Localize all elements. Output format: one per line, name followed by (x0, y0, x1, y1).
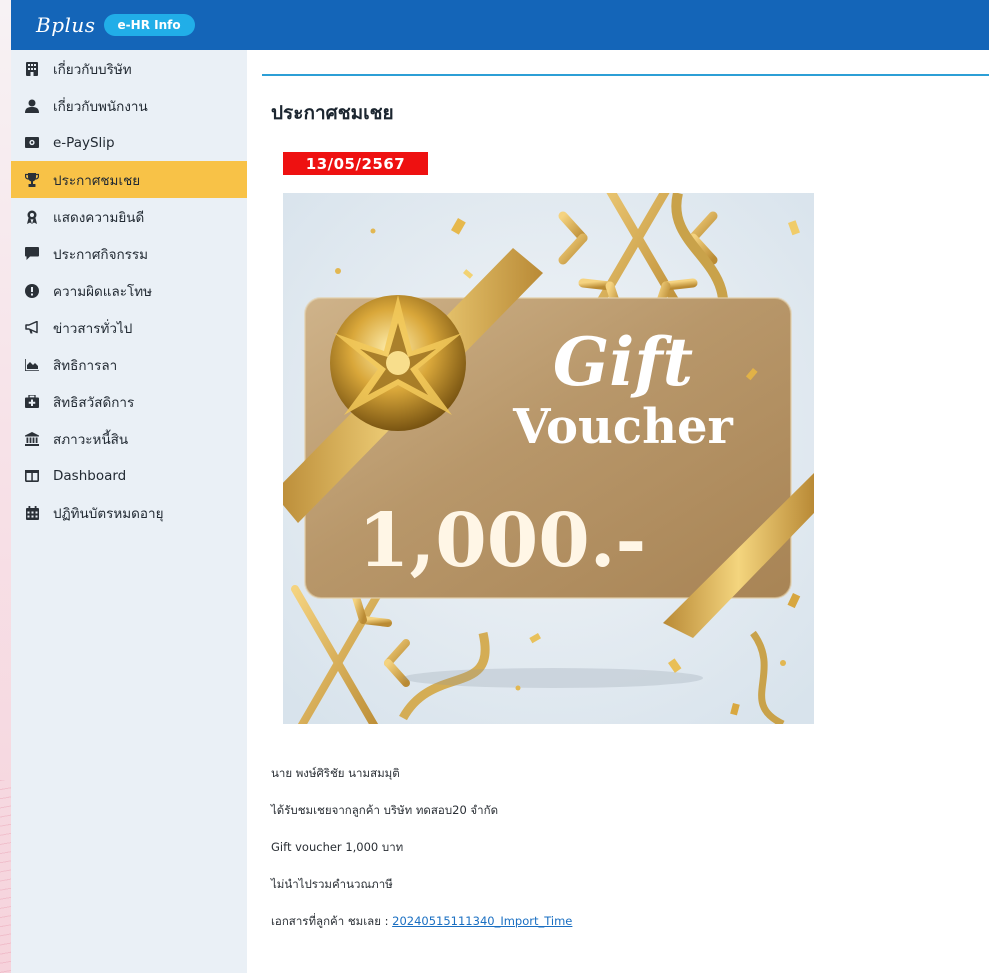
sidebar-item-debt[interactable]: สภาวะหนี้สิน (11, 420, 247, 457)
document-label: เอกสารที่ลูกค้า ชมเลย : (271, 914, 393, 928)
sidebar-item-label: สภาวะหนี้สิน (53, 431, 129, 448)
sidebar-item-label: ประกาศกิจกรรม (53, 246, 149, 263)
commendation-text: ได้รับชมเชยจากลูกค้า บริษัท ทดสอบ20 จำกั… (271, 803, 499, 817)
user-icon (25, 99, 39, 113)
tax-note: ไม่นำไปรวมคำนวณภาษี (271, 877, 393, 891)
gift-voucher-image: Gift Voucher 1,000.- (283, 193, 814, 724)
voucher-word-gift: Gift (553, 323, 693, 401)
exclamation-icon (25, 283, 39, 298)
sidebar-item-label: แสดงความยินดี (53, 209, 145, 226)
sidebar-item-commendation[interactable]: ประกาศชมเชย (11, 161, 247, 198)
date-badge: 13/05/2567 (283, 152, 428, 175)
building-icon (25, 61, 39, 76)
employee-name: นาย พงษ์ศิริชัย นามสมมุติ (271, 766, 400, 780)
sidebar-item-welfare[interactable]: สิทธิสวัสดิการ (11, 383, 247, 420)
sidebar-item-company[interactable]: เกี่ยวกับบริษัท (11, 50, 247, 87)
document-link[interactable]: 20240515111340_Import_Time (392, 914, 572, 928)
bullhorn-icon (25, 321, 39, 335)
money-icon (25, 136, 39, 150)
trophy-icon (25, 172, 39, 187)
bank-icon (25, 431, 39, 446)
sidebar-item-label: สิทธิสวัสดิการ (53, 394, 135, 411)
sidebar-item-label: e-PaySlip (53, 134, 115, 151)
voucher-amount: 1,000.- (358, 498, 646, 584)
top-bar: Bplus e-HR Info (11, 0, 989, 50)
sidebar-item-label: ประกาศชมเชย (53, 172, 141, 189)
sidebar-item-payslip[interactable]: e-PaySlip (11, 124, 247, 161)
sidebar-item-congratulations[interactable]: แสดงความยินดี (11, 198, 247, 235)
sidebar-item-label: เกี่ยวกับบริษัท (53, 61, 132, 78)
sidebar-item-dashboard[interactable]: Dashboard (11, 457, 247, 494)
calendar-icon (25, 505, 39, 520)
sidebar-item-news[interactable]: ข่าวสารทั่วไป (11, 309, 247, 346)
sidebar-item-label: เกี่ยวกับพนักงาน (53, 98, 148, 115)
page-title: ประกาศชมเชย (271, 102, 394, 124)
sidebar-item-label: ปฏิทินบัตรหมดอายุ (53, 505, 164, 522)
comment-icon (25, 247, 39, 261)
reward-text: Gift voucher 1,000 บาท (271, 840, 404, 854)
award-icon (25, 210, 39, 224)
sidebar-item-label: สิทธิการลา (53, 357, 118, 374)
title-divider (262, 74, 989, 76)
sidebar-item-label: ความผิดและโทษ (53, 283, 153, 300)
edge-pattern (0, 780, 11, 973)
main-content: ประกาศชมเชย 13/05/2567 Gift Voucher 1,00… (247, 50, 989, 973)
sidebar-item-employee[interactable]: เกี่ยวกับพนักงาน (11, 87, 247, 124)
sidebar-item-label: Dashboard (53, 467, 127, 484)
document-row: เอกสารที่ลูกค้า ชมเลย : 20240515111340_I… (271, 913, 572, 931)
voucher-word-voucher: Voucher (512, 399, 733, 455)
medkit-icon (25, 395, 39, 409)
sidebar-item-leave[interactable]: สิทธิการลา (11, 346, 247, 383)
chart-area-icon (25, 358, 39, 372)
columns-icon (25, 469, 39, 483)
sidebar-item-activities[interactable]: ประกาศกิจกรรม (11, 235, 247, 272)
sidebar-item-card-expiry[interactable]: ปฏิทินบัตรหมดอายุ (11, 494, 247, 531)
brand-logo[interactable]: Bplus (36, 13, 96, 37)
sidebar-item-label: ข่าวสารทั่วไป (53, 320, 133, 337)
app-badge: e-HR Info (103, 14, 195, 36)
sidebar: เกี่ยวกับบริษัท เกี่ยวกับพนักงาน e-PaySl… (11, 50, 247, 973)
sidebar-item-offenses[interactable]: ความผิดและโทษ (11, 272, 247, 309)
